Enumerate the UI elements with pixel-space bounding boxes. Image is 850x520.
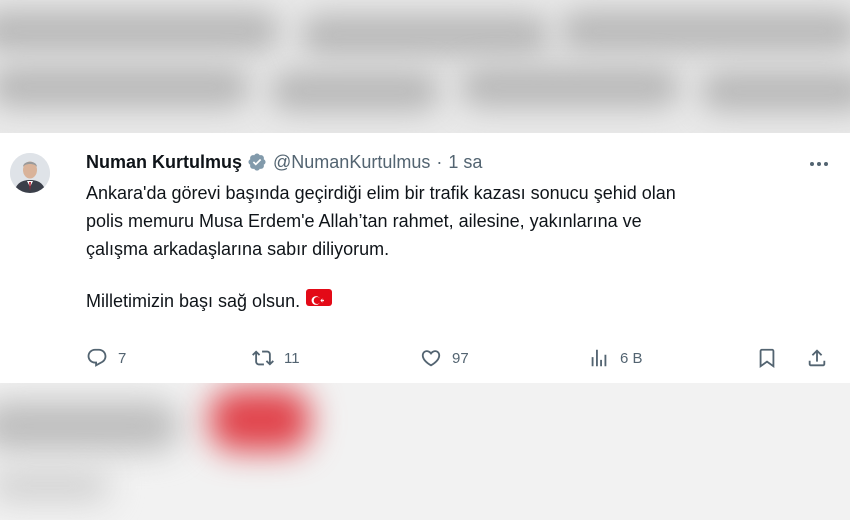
tweet-timestamp[interactable]: 1 sa	[448, 152, 482, 173]
avatar-image	[10, 153, 50, 193]
tweet-text: Ankara'da görevi başında geçirdiği elim …	[86, 179, 826, 315]
blurred-background-bottom	[0, 383, 850, 520]
tweet-text-line: Ankara'da görevi başında geçirdiği elim …	[86, 183, 676, 203]
views-button[interactable]: 6 B	[588, 346, 643, 370]
tweet-text-line: çalışma arkadaşlarına sabır diliyorum.	[86, 239, 390, 259]
repost-count: 11	[284, 349, 300, 367]
more-icon[interactable]	[808, 155, 830, 173]
bookmark-button[interactable]	[756, 346, 788, 370]
tweet-text-line: polis memuru Musa Erdem'e Allah’tan rahm…	[86, 211, 642, 231]
reply-button[interactable]: 7	[86, 346, 126, 370]
author-handle[interactable]: @NumanKurtulmus	[273, 152, 430, 173]
like-icon	[421, 350, 441, 367]
avatar[interactable]	[10, 153, 50, 193]
closing-text: Milletimizin başı sağ olsun.	[86, 291, 301, 311]
tweet-actions: 7 11 97 6 B	[86, 346, 831, 370]
author-name[interactable]: Numan Kurtulmuş	[86, 152, 242, 173]
views-icon	[591, 349, 607, 367]
tweet-card[interactable]: Numan Kurtulmuş @NumanKurtulmus · 1 sa A…	[0, 133, 850, 383]
like-count: 97	[452, 349, 469, 367]
reply-icon	[87, 348, 107, 367]
repost-button[interactable]: 11	[252, 346, 300, 370]
share-icon	[808, 349, 826, 367]
turkish-flag-icon	[306, 289, 333, 306]
verified-badge-icon[interactable]	[247, 152, 267, 172]
like-button[interactable]: 97	[420, 346, 469, 370]
views-count: 6 B	[620, 349, 643, 367]
bookmark-icon	[759, 348, 775, 369]
separator-dot: ·	[436, 151, 443, 172]
tweet-closing-line: Milletimizin başı sağ olsun.	[86, 287, 826, 315]
reply-count: 7	[118, 349, 127, 367]
share-button[interactable]	[806, 346, 838, 370]
tweet-header: Numan Kurtulmuş @NumanKurtulmus · 1 sa	[86, 151, 482, 173]
repost-icon	[252, 350, 274, 366]
blurred-background-top	[0, 0, 850, 133]
